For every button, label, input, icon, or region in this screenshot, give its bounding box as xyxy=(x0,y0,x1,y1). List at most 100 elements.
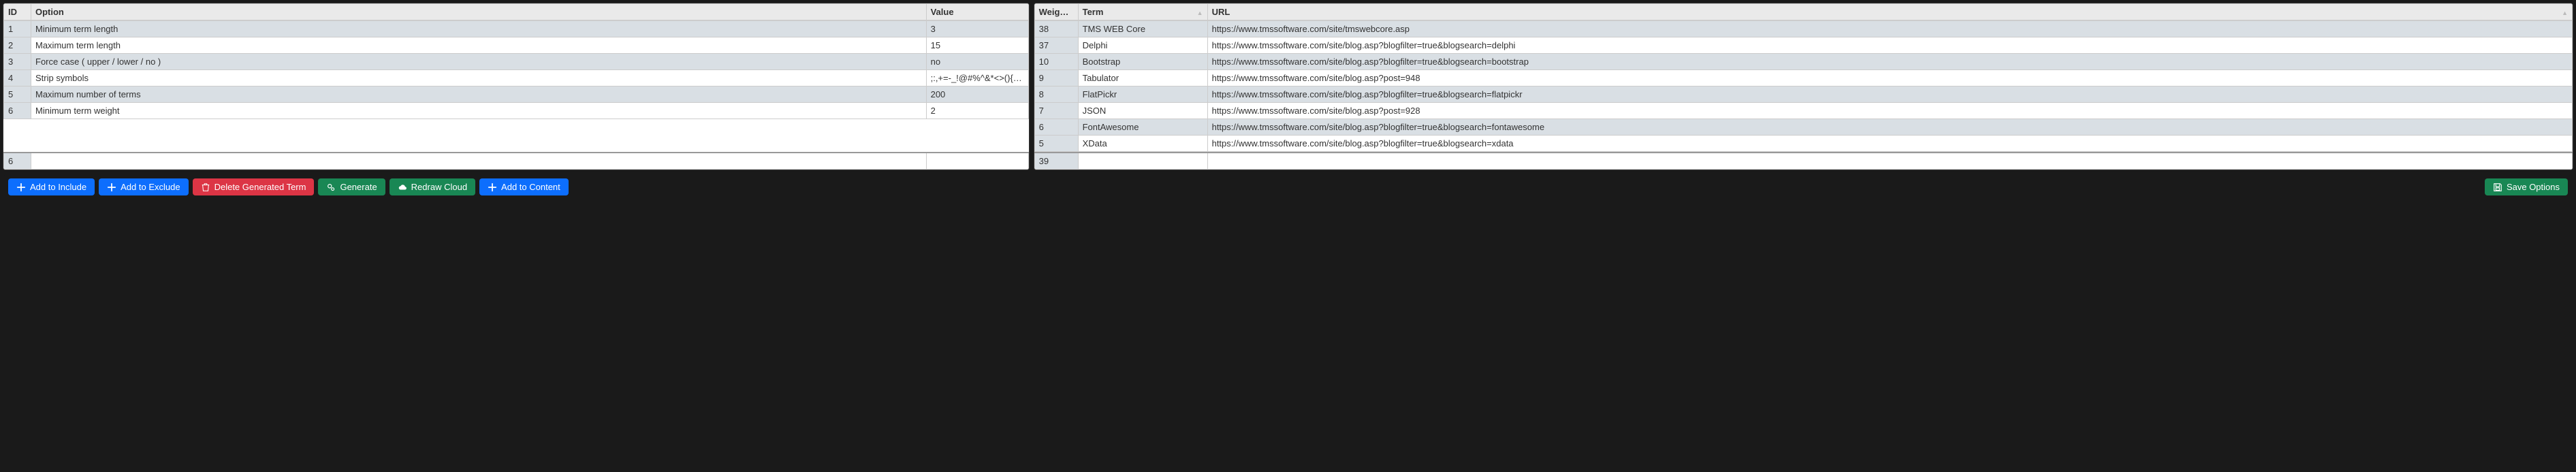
terms-col-url-label: URL xyxy=(1212,7,1230,17)
app-root: ID Option Value 1Minimum term length32Ma… xyxy=(0,0,2576,202)
table-row[interactable]: 3Force case ( upper / lower / no )no xyxy=(4,54,1029,70)
terms-col-url[interactable]: URL ▲ xyxy=(1207,4,2572,20)
term-url-cell[interactable]: https://www.tmssoftware.com/site/blog.as… xyxy=(1207,86,2572,103)
option-id-cell: 2 xyxy=(4,37,31,54)
options-new-value-cell[interactable] xyxy=(926,153,1028,170)
options-col-id[interactable]: ID xyxy=(4,4,31,20)
generate-button[interactable]: Generate xyxy=(318,178,385,195)
term-weight-cell: 7 xyxy=(1034,103,1078,119)
add-to-content-button[interactable]: Add to Content xyxy=(479,178,569,195)
terms-table-body-scroll[interactable]: 38TMS WEB Corehttps://www.tmssoftware.co… xyxy=(1034,20,2573,152)
table-row[interactable]: 2Maximum term length15 xyxy=(4,37,1029,54)
option-name-cell[interactable]: Minimum term length xyxy=(31,21,927,37)
options-table-body-scroll[interactable]: 1Minimum term length32Maximum term lengt… xyxy=(3,20,1029,152)
tables-row: ID Option Value 1Minimum term length32Ma… xyxy=(0,0,2576,173)
table-row[interactable]: 4Strip symbols;:,+=-_!@#%^&*<>(){}[]"/? xyxy=(4,70,1029,86)
option-id-cell: 6 xyxy=(4,103,31,119)
terms-new-term-cell[interactable] xyxy=(1078,153,1207,170)
term-url-cell[interactable]: https://www.tmssoftware.com/site/blog.as… xyxy=(1207,70,2572,86)
table-row[interactable]: 5Maximum number of terms200 xyxy=(4,86,1029,103)
term-name-cell[interactable]: Tabulator xyxy=(1078,70,1207,86)
terms-panel: Weight ▼ Term ▲ URL ▲ xyxy=(1034,3,2573,170)
term-name-cell[interactable]: FontAwesome xyxy=(1078,119,1207,136)
option-value-cell[interactable]: 15 xyxy=(926,37,1028,54)
option-id-cell: 3 xyxy=(4,54,31,70)
terms-col-term[interactable]: Term ▲ xyxy=(1078,4,1207,20)
options-new-option-cell[interactable] xyxy=(31,153,927,170)
option-value-cell[interactable]: ;:,+=-_!@#%^&*<>(){}[]"/? xyxy=(926,70,1028,86)
generate-label: Generate xyxy=(340,182,377,192)
table-row[interactable]: 5XDatahttps://www.tmssoftware.com/site/b… xyxy=(1034,136,2572,152)
table-row[interactable]: 6FontAwesomehttps://www.tmssoftware.com/… xyxy=(1034,119,2572,136)
term-name-cell[interactable]: JSON xyxy=(1078,103,1207,119)
term-weight-cell: 9 xyxy=(1034,70,1078,86)
add-to-content-label: Add to Content xyxy=(501,182,560,192)
save-options-button[interactable]: Save Options xyxy=(2485,178,2568,195)
option-value-cell[interactable]: no xyxy=(926,54,1028,70)
toolbar: Add to Include Add to Exclude Delete Gen… xyxy=(3,174,2573,200)
delete-generated-term-label: Delete Generated Term xyxy=(214,182,306,192)
options-table-footer: 6 xyxy=(3,152,1029,170)
term-weight-cell: 37 xyxy=(1034,37,1078,54)
options-new-value-input[interactable] xyxy=(931,156,1024,166)
options-col-value[interactable]: Value xyxy=(926,4,1028,20)
term-url-cell[interactable]: https://www.tmssoftware.com/site/blog.as… xyxy=(1207,37,2572,54)
sort-neutral-icon: ▲ xyxy=(1197,10,1203,16)
option-name-cell[interactable]: Maximum term length xyxy=(31,37,927,54)
options-col-option[interactable]: Option xyxy=(31,4,927,20)
delete-generated-term-button[interactable]: Delete Generated Term xyxy=(193,178,315,195)
save-options-label: Save Options xyxy=(2507,182,2560,192)
option-value-cell[interactable]: 200 xyxy=(926,86,1028,103)
options-new-row[interactable]: 6 xyxy=(4,153,1029,170)
table-row[interactable]: 9Tabulatorhttps://www.tmssoftware.com/si… xyxy=(1034,70,2572,86)
term-url-cell[interactable]: https://www.tmssoftware.com/site/blog.as… xyxy=(1207,103,2572,119)
terms-col-weight[interactable]: Weight ▼ xyxy=(1034,4,1078,20)
option-name-cell[interactable]: Force case ( upper / lower / no ) xyxy=(31,54,927,70)
term-url-cell[interactable]: https://www.tmssoftware.com/site/blog.as… xyxy=(1207,54,2572,70)
options-new-option-input[interactable] xyxy=(35,156,922,166)
terms-new-url-input[interactable] xyxy=(1212,156,2568,166)
plus-icon xyxy=(16,183,26,192)
option-value-cell[interactable]: 3 xyxy=(926,21,1028,37)
sort-desc-icon: ▼ xyxy=(1073,10,1078,16)
terms-new-url-cell[interactable] xyxy=(1207,153,2572,170)
redraw-cloud-label: Redraw Cloud xyxy=(411,182,467,192)
terms-col-term-label: Term xyxy=(1083,7,1104,17)
add-to-exclude-label: Add to Exclude xyxy=(121,182,180,192)
save-icon xyxy=(2493,183,2502,192)
terms-new-weight: 39 xyxy=(1034,153,1078,170)
redraw-cloud-button[interactable]: Redraw Cloud xyxy=(389,178,475,195)
terms-table-body: 38TMS WEB Corehttps://www.tmssoftware.co… xyxy=(1034,20,2573,152)
option-id-cell: 5 xyxy=(4,86,31,103)
term-url-cell[interactable]: https://www.tmssoftware.com/site/blog.as… xyxy=(1207,119,2572,136)
terms-col-weight-label: Weight xyxy=(1039,7,1069,17)
table-row[interactable]: 1Minimum term length3 xyxy=(4,21,1029,37)
term-name-cell[interactable]: Delphi xyxy=(1078,37,1207,54)
add-to-include-label: Add to Include xyxy=(30,182,86,192)
term-name-cell[interactable]: XData xyxy=(1078,136,1207,152)
add-to-exclude-button[interactable]: Add to Exclude xyxy=(99,178,188,195)
option-name-cell[interactable]: Minimum term weight xyxy=(31,103,927,119)
term-url-cell[interactable]: https://www.tmssoftware.com/site/blog.as… xyxy=(1207,136,2572,152)
table-row[interactable]: 10Bootstraphttps://www.tmssoftware.com/s… xyxy=(1034,54,2572,70)
table-row[interactable]: 6Minimum term weight2 xyxy=(4,103,1029,119)
term-name-cell[interactable]: Bootstrap xyxy=(1078,54,1207,70)
options-table-header: ID Option Value xyxy=(3,3,1029,20)
option-value-cell[interactable]: 2 xyxy=(926,103,1028,119)
term-name-cell[interactable]: FlatPickr xyxy=(1078,86,1207,103)
term-name-cell[interactable]: TMS WEB Core xyxy=(1078,21,1207,37)
terms-new-term-input[interactable] xyxy=(1083,156,1203,166)
table-row[interactable]: 37Delphihttps://www.tmssoftware.com/site… xyxy=(1034,37,2572,54)
table-row[interactable]: 8FlatPickrhttps://www.tmssoftware.com/si… xyxy=(1034,86,2572,103)
option-name-cell[interactable]: Maximum number of terms xyxy=(31,86,927,103)
option-name-cell[interactable]: Strip symbols xyxy=(31,70,927,86)
terms-new-row[interactable]: 39 xyxy=(1034,153,2572,170)
terms-table-header: Weight ▼ Term ▲ URL ▲ xyxy=(1034,3,2573,20)
add-to-include-button[interactable]: Add to Include xyxy=(8,178,95,195)
trash-icon xyxy=(201,183,210,192)
table-row[interactable]: 7JSONhttps://www.tmssoftware.com/site/bl… xyxy=(1034,103,2572,119)
table-row[interactable]: 38TMS WEB Corehttps://www.tmssoftware.co… xyxy=(1034,21,2572,37)
term-url-cell[interactable]: https://www.tmssoftware.com/site/tmswebc… xyxy=(1207,21,2572,37)
options-table-body: 1Minimum term length32Maximum term lengt… xyxy=(3,20,1029,119)
cloud-icon xyxy=(398,183,407,192)
